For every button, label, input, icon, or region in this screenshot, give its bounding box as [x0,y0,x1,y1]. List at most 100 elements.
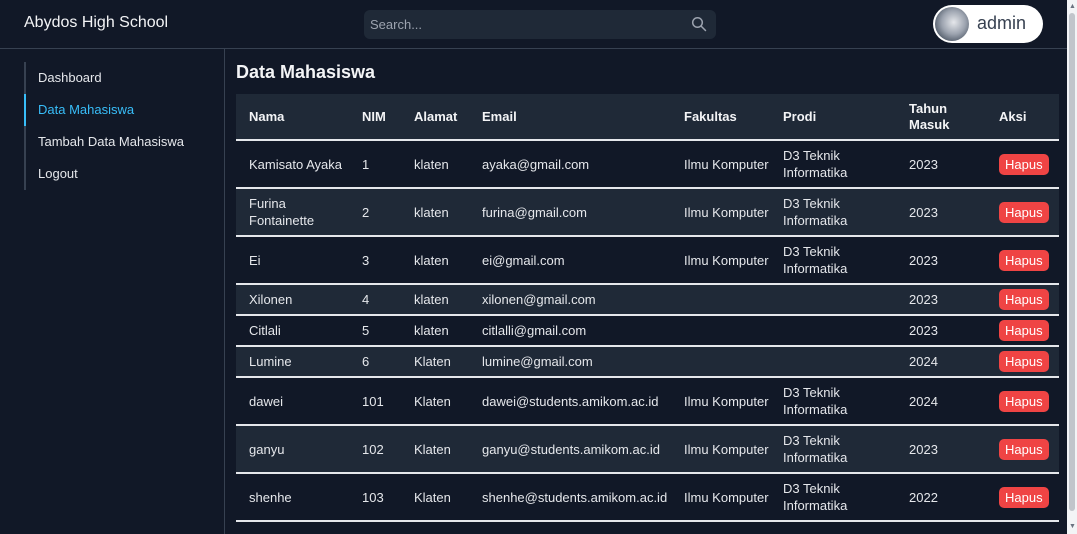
cell-tahun: 2023 [896,236,986,285]
cell-tahun: 2024 [896,346,986,378]
cell-tahun: 2023 [896,188,986,237]
cell-nama: Ei [236,236,349,285]
cell-email: ayaka@gmail.com [469,140,671,189]
cell-aksi: Hapus [986,346,1059,378]
cell-aksi: Hapus [986,315,1059,347]
cell-nama: Xilonen [236,284,349,316]
students-table: Nama NIM Alamat Email Fakultas Prodi Tah… [236,94,1059,522]
delete-button[interactable]: Hapus [999,351,1049,372]
cell-prodi [770,315,896,347]
cell-alamat: klaten [401,284,469,316]
cell-fakultas [671,346,770,378]
cell-tahun: 2023 [896,140,986,189]
delete-button[interactable]: Hapus [999,153,1049,175]
cell-tahun: 2023 [896,315,986,347]
sidebar-item-dashboard[interactable]: Dashboard [24,62,214,94]
table-row: shenhe 103 Klaten shenhe@students.amikom.ac… [236,473,1059,522]
cell-nim: 1 [349,140,401,189]
cell-fakultas: Ilmu Komputer [671,425,770,474]
search-box[interactable] [364,10,716,39]
user-menu-button[interactable]: admin [933,5,1043,43]
cell-aksi: Hapus [986,473,1059,522]
sidebar-item-logout[interactable]: Logout [24,158,214,190]
cell-nama: dawei [236,377,349,426]
cell-prodi [770,284,896,316]
cell-prodi: D3 Teknik Informatika [770,236,896,285]
user-name: admin [977,13,1027,33]
delete-button[interactable]: Hapus [999,486,1049,508]
table-row: Xilonen 4 klaten xilonen@gmail.com 2023 Hapus [236,284,1059,316]
scrollbar-thumb[interactable] [1069,13,1075,511]
cell-nama: Kamisato Ayaka [236,140,349,189]
top-navbar: Abydos High School admin [0,0,1067,49]
search-input[interactable] [364,10,684,39]
cell-nim: 2 [349,188,401,237]
cell-nim: 102 [349,425,401,474]
cell-alamat: klaten [401,188,469,237]
cell-alamat: klaten [401,236,469,285]
cell-prodi: D3 Teknik Informatika [770,377,896,426]
scroll-up-arrow-icon[interactable]: ▲ [1069,3,1076,10]
cell-aksi: Hapus [986,188,1059,237]
table-row: Citlali 5 klaten citlalli@gmail.com 2023 Hapu… [236,315,1059,347]
table-row: Ei 3 klaten ei@gmail.com Ilmu Komputer D3 Tek… [236,236,1059,285]
cell-nama: Furina Fontainette [236,188,349,237]
sidebar-item-tambah-data-mahasiswa[interactable]: Tambah Data Mahasiswa [24,126,214,158]
sidebar-menu: Dashboard Data Mahasiswa Tambah Data Mah… [24,62,214,190]
cell-email: ganyu@students.amikom.ac.id [469,425,671,474]
cell-aksi: Hapus [986,377,1059,426]
cell-email: citlalli@gmail.com [469,315,671,347]
cell-fakultas: Ilmu Komputer [671,473,770,522]
table-row: Kamisato Ayaka 1 klaten ayaka@gmail.com Ilmu… [236,140,1059,189]
cell-tahun: 2023 [896,425,986,474]
delete-button[interactable]: Hapus [999,201,1049,223]
delete-button[interactable]: Hapus [999,390,1049,412]
column-header-alamat: Alamat [401,94,469,141]
cell-prodi: D3 Teknik Informatika [770,473,896,522]
cell-nim: 6 [349,346,401,378]
cell-email: ei@gmail.com [469,236,671,285]
cell-alamat: Klaten [401,377,469,426]
page-title: Data Mahasiswa [236,62,376,82]
table-header-row: Nama NIM Alamat Email Fakultas Prodi Tah… [236,94,1059,141]
cell-nama: shenhe [236,473,349,522]
cell-fakultas [671,284,770,316]
search-icon[interactable] [691,16,707,32]
cell-nim: 103 [349,473,401,522]
table-row: ganyu 102 Klaten ganyu@students.amikom.ac.i… [236,425,1059,474]
delete-button[interactable]: Hapus [999,438,1049,460]
sidebar-item-data-mahasiswa[interactable]: Data Mahasiswa [24,94,214,126]
vertical-scrollbar[interactable]: ▲ ▼ [1067,0,1077,534]
table-row: Lumine 6 Klaten lumine@gmail.com 2024 Hapus [236,346,1059,378]
column-header-nim: NIM [349,94,401,141]
cell-nim: 5 [349,315,401,347]
cell-fakultas: Ilmu Komputer [671,188,770,237]
column-header-fakultas: Fakultas [671,94,770,141]
cell-alamat: Klaten [401,473,469,522]
cell-aksi: Hapus [986,284,1059,316]
delete-button[interactable]: Hapus [999,320,1049,341]
cell-nama: Lumine [236,346,349,378]
cell-fakultas: Ilmu Komputer [671,140,770,189]
cell-email: furina@gmail.com [469,188,671,237]
cell-prodi: D3 Teknik Informatika [770,188,896,237]
cell-fakultas: Ilmu Komputer [671,377,770,426]
cell-email: dawei@students.amikom.ac.id [469,377,671,426]
cell-alamat: Klaten [401,425,469,474]
cell-alamat: klaten [401,140,469,189]
scroll-down-arrow-icon[interactable]: ▼ [1069,523,1076,530]
delete-button[interactable]: Hapus [999,249,1049,271]
column-header-tahun-masuk: Tahun Masuk [896,94,986,141]
brand-title[interactable]: Abydos High School [24,14,168,32]
cell-email: xilonen@gmail.com [469,284,671,316]
avatar [935,7,969,41]
delete-button[interactable]: Hapus [999,289,1049,310]
column-header-email: Email [469,94,671,141]
table-row: dawei 101 Klaten dawei@students.amikom.ac.i… [236,377,1059,426]
column-header-nama: Nama [236,94,349,141]
cell-aksi: Hapus [986,140,1059,189]
cell-aksi: Hapus [986,425,1059,474]
cell-nama: Citlali [236,315,349,347]
cell-nim: 4 [349,284,401,316]
cell-email: lumine@gmail.com [469,346,671,378]
